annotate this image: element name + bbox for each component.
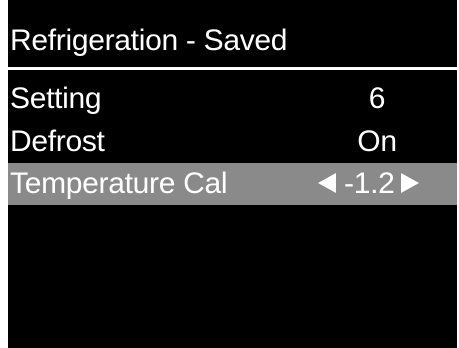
menu-item-setting[interactable]: Setting 6 [8, 78, 457, 120]
left-triangle-icon[interactable] [318, 173, 336, 194]
temperature-cal-stepper[interactable]: -1.2 [318, 163, 419, 205]
display-screen: Refrigeration - Saved Setting 6 Defrost … [8, 0, 457, 348]
menu-item-value: On [357, 125, 397, 158]
menu-item-temperature-cal[interactable]: Temperature Cal -1.2 [8, 163, 457, 205]
screen-title-text: Refrigeration - Saved [10, 24, 288, 57]
menu-item-label: Setting [10, 82, 102, 115]
title-divider [8, 67, 457, 70]
menu-item-defrost[interactable]: Defrost On [8, 121, 457, 163]
right-triangle-icon[interactable] [400, 173, 419, 194]
menu-item-label: Defrost [10, 125, 105, 158]
screen-title: Refrigeration - Saved [8, 18, 457, 64]
menu-item-value: 6 [368, 82, 386, 115]
menu-item-label: Temperature Cal [10, 167, 228, 200]
temperature-cal-value: -1.2 [344, 167, 395, 200]
